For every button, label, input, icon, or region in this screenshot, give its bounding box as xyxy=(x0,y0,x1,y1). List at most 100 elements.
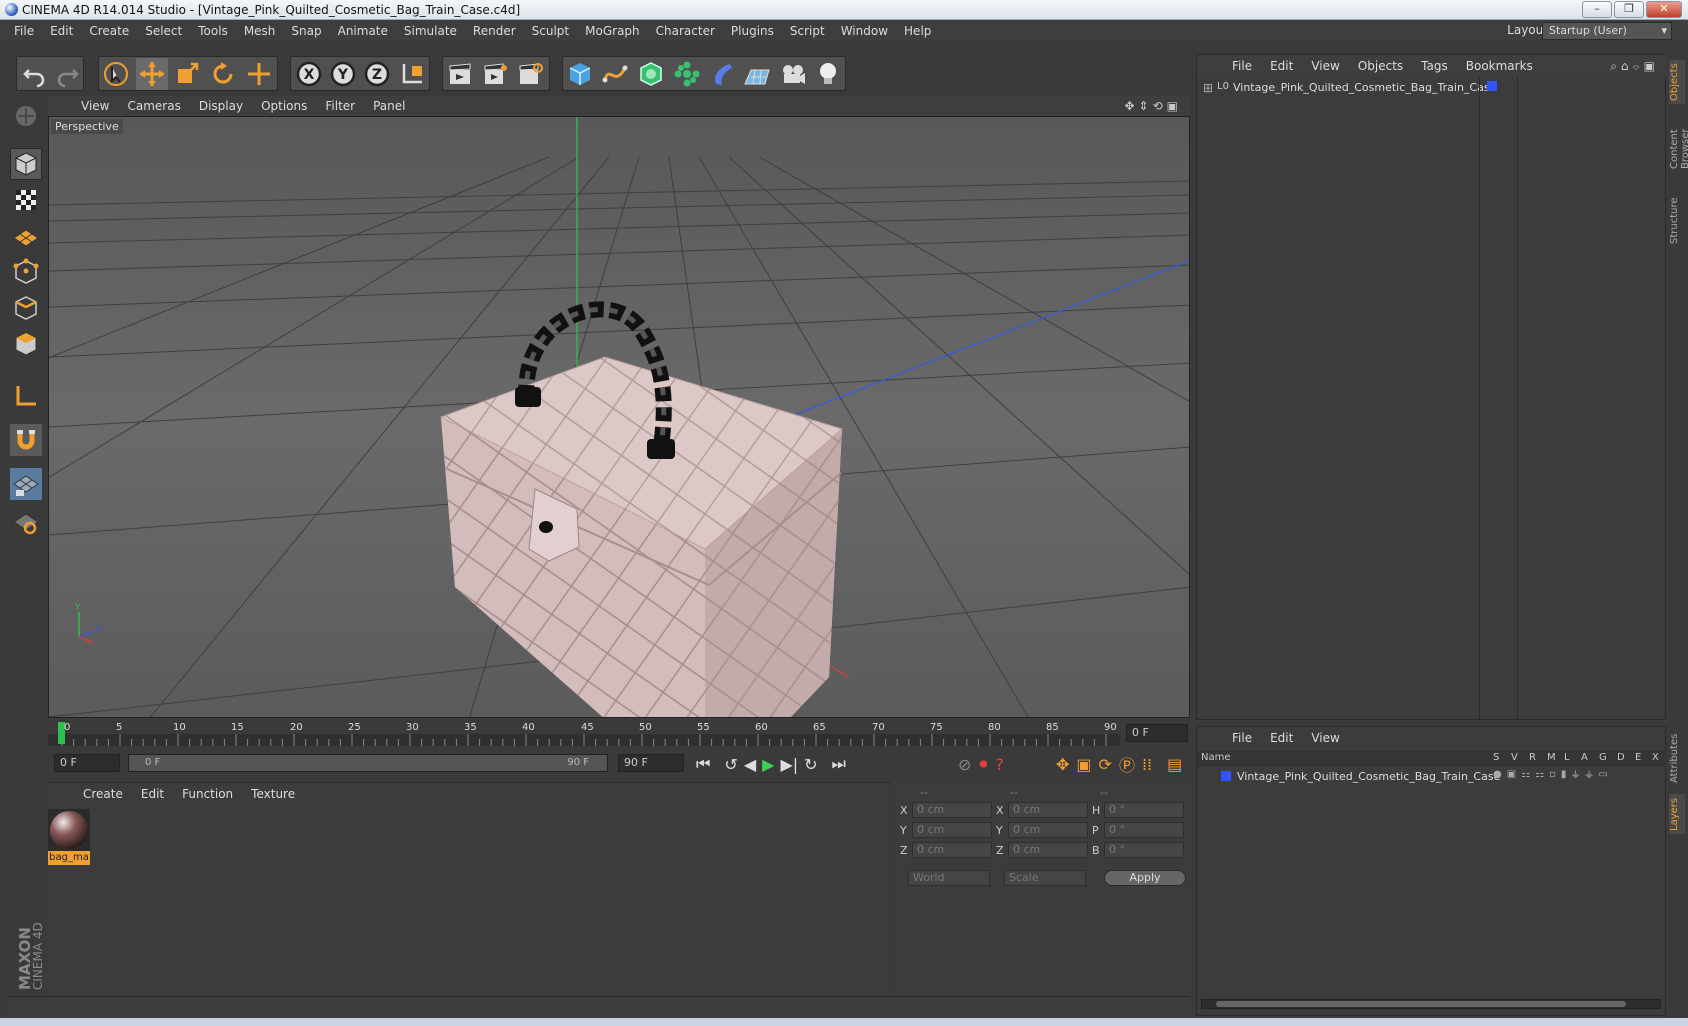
viewport-menu-display[interactable]: Display xyxy=(190,99,252,113)
tweak-mode-button[interactable] xyxy=(10,424,42,456)
expand-icon[interactable]: ⊞ xyxy=(1203,81,1213,95)
menu-select[interactable]: Select xyxy=(137,24,190,38)
viewport-menu-options[interactable]: Options xyxy=(252,99,316,113)
redo-button[interactable] xyxy=(51,58,83,90)
layer-col-deformers[interactable]: D xyxy=(1617,752,1625,763)
coordinate-system-dropdown[interactable]: World xyxy=(908,870,990,886)
next-key-icon[interactable]: ↻ xyxy=(804,755,817,774)
menu-character[interactable]: Character xyxy=(648,24,723,38)
material-menu-function[interactable]: Function xyxy=(173,787,242,801)
size-z-field[interactable]: 0 cm xyxy=(1008,842,1088,858)
cube-object-button[interactable] xyxy=(564,58,596,90)
tab-layers[interactable]: Layers xyxy=(1669,794,1685,834)
axis-mode-button[interactable] xyxy=(10,380,42,412)
workplane-mode-button[interactable] xyxy=(10,220,42,252)
viewport-menu-cameras[interactable]: Cameras xyxy=(118,99,189,113)
undo-button[interactable] xyxy=(19,58,51,90)
key-parameter-icon[interactable]: Ⓟ xyxy=(1119,752,1135,776)
key-pla-icon[interactable]: ⁞⁞ xyxy=(1142,755,1152,774)
material-menu-texture[interactable]: Texture xyxy=(242,787,304,801)
tab-content-browser[interactable]: Content Browser xyxy=(1669,108,1688,190)
position-y-field[interactable]: 0 cm xyxy=(912,822,992,838)
layer-col-view[interactable]: V xyxy=(1511,752,1518,763)
x-axis-lock-button[interactable]: X xyxy=(293,58,325,90)
menu-sculpt[interactable]: Sculpt xyxy=(524,24,577,38)
y-axis-lock-button[interactable]: Y xyxy=(327,58,359,90)
record-disabled-icon[interactable]: ⊘ xyxy=(958,755,971,774)
size-mode-dropdown[interactable]: Scale xyxy=(1004,870,1086,886)
next-frame-icon[interactable]: ▶| xyxy=(780,755,798,774)
light-button[interactable] xyxy=(812,58,844,90)
layer-menu-view[interactable]: View xyxy=(1302,731,1348,745)
frame-range-slider[interactable]: 0 F 90 F xyxy=(128,754,608,772)
viewport-menu-panel[interactable]: Panel xyxy=(364,99,414,113)
menu-render[interactable]: Render xyxy=(465,24,524,38)
enable-snap-button[interactable] xyxy=(10,506,42,538)
viewport-nav-icons[interactable]: ✥⇕⟲▣ xyxy=(1124,99,1182,113)
timeline-ruler[interactable]: 0 5 10 15 20 25 30 35 40 45 50 55 60 65 … xyxy=(48,720,1190,746)
menu-snap[interactable]: Snap xyxy=(283,24,329,38)
tab-objects[interactable]: Objects xyxy=(1669,60,1685,104)
rotation-b-field[interactable]: 0 ° xyxy=(1104,842,1184,858)
menu-mograph[interactable]: MoGraph xyxy=(577,24,648,38)
timeline-window-icon[interactable]: ▤ xyxy=(1167,755,1182,774)
size-y-field[interactable]: 0 cm xyxy=(1008,822,1088,838)
menu-create[interactable]: Create xyxy=(81,24,137,38)
menu-edit[interactable]: Edit xyxy=(42,24,81,38)
menu-script[interactable]: Script xyxy=(782,24,833,38)
camera-button[interactable] xyxy=(777,58,809,90)
position-x-field[interactable]: 0 cm xyxy=(912,802,992,818)
layer-col-manager[interactable]: M xyxy=(1547,752,1556,763)
size-x-field[interactable]: 0 cm xyxy=(1008,802,1088,818)
layer-col-expressions[interactable]: E xyxy=(1635,752,1641,763)
layer-col-xref[interactable]: X xyxy=(1652,752,1659,763)
previous-frame-icon[interactable]: ◀ xyxy=(744,755,756,774)
position-z-field[interactable]: 0 cm xyxy=(912,842,992,858)
previous-key-icon[interactable]: ↺ xyxy=(724,755,737,774)
tab-attributes[interactable]: Attributes xyxy=(1669,730,1685,786)
deformer-button[interactable] xyxy=(706,58,738,90)
render-picture-viewer-button[interactable] xyxy=(479,58,511,90)
snap-button[interactable] xyxy=(10,468,42,500)
minimize-button[interactable]: – xyxy=(1582,1,1612,18)
render-view-button[interactable] xyxy=(444,58,476,90)
render-settings-button[interactable] xyxy=(514,58,546,90)
layer-row[interactable]: Vintage_Pink_Quilted_Cosmetic_Bag_Train_… xyxy=(1197,769,1667,785)
menu-plugins[interactable]: Plugins xyxy=(723,24,782,38)
object-manager-search-icons[interactable]: ⌕⌂⌔▣ xyxy=(1610,59,1659,74)
menu-tools[interactable]: Tools xyxy=(190,24,236,38)
object-menu-bookmarks[interactable]: Bookmarks xyxy=(1457,59,1542,73)
material-menu-edit[interactable]: Edit xyxy=(132,787,173,801)
scrollbar-thumb[interactable] xyxy=(1216,1001,1626,1007)
object-menu-edit[interactable]: Edit xyxy=(1261,59,1302,73)
viewport-menu-filter[interactable]: Filter xyxy=(316,99,364,113)
object-menu-view[interactable]: View xyxy=(1302,59,1348,73)
maximize-button[interactable]: ❐ xyxy=(1614,1,1644,18)
go-to-end-icon[interactable]: ⏭ xyxy=(832,754,846,774)
perspective-viewport[interactable]: Y Z Perspective xyxy=(48,116,1190,718)
play-icon[interactable]: ▶ xyxy=(762,755,774,774)
coordinate-system-button[interactable] xyxy=(396,58,428,90)
key-position-icon[interactable]: ✥ xyxy=(1056,755,1069,774)
object-menu-objects[interactable]: Objects xyxy=(1349,59,1412,73)
layer-col-render[interactable]: R xyxy=(1529,752,1536,763)
scale-tool-button[interactable] xyxy=(171,58,203,90)
menu-mesh[interactable]: Mesh xyxy=(236,24,284,38)
make-editable-button[interactable] xyxy=(10,100,42,132)
material-swatch[interactable]: bag_ma xyxy=(48,809,90,867)
apply-button[interactable]: Apply xyxy=(1104,870,1186,886)
transform-tool-button[interactable] xyxy=(243,58,275,90)
polygons-mode-button[interactable] xyxy=(10,328,42,360)
object-list-row[interactable]: ⊞ L0 Vintage_Pink_Quilted_Cosmetic_Bag_T… xyxy=(1197,79,1667,97)
layer-horizontal-scrollbar[interactable] xyxy=(1201,999,1661,1009)
autokey-icon[interactable]: ⏺ xyxy=(979,754,987,774)
move-tool-button[interactable] xyxy=(136,58,168,90)
material-menu-create[interactable]: Create xyxy=(74,787,132,801)
layer-color-swatch[interactable] xyxy=(1221,771,1231,781)
array-button[interactable] xyxy=(671,58,703,90)
layout-dropdown[interactable]: Startup (User) ▾ xyxy=(1542,22,1672,40)
object-name[interactable]: Vintage_Pink_Quilted_Cosmetic_Bag_Train_… xyxy=(1233,81,1496,94)
tab-structure[interactable]: Structure xyxy=(1669,196,1685,246)
current-frame-field[interactable]: 0 F xyxy=(1126,724,1188,742)
layer-flag-icons[interactable]: ●▣⚏⚏▫▮⚶⚶▭ xyxy=(1493,769,1613,780)
